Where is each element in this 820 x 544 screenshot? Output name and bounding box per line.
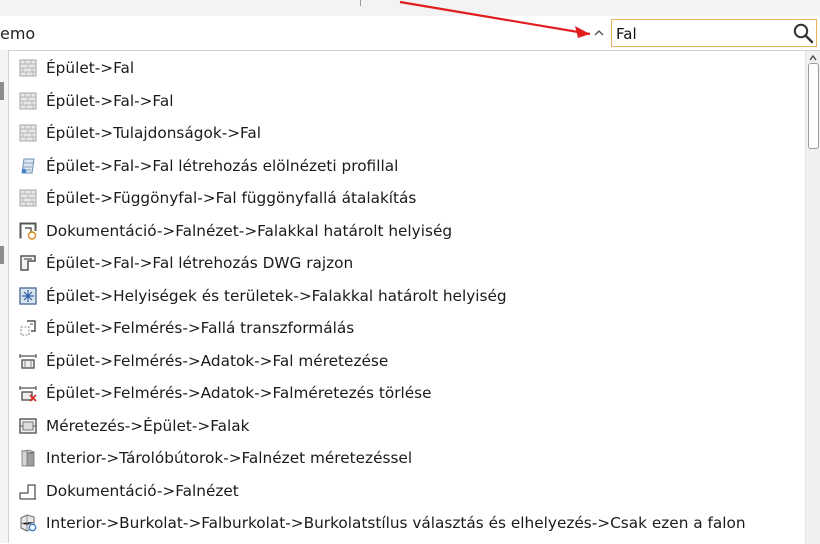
result-label: Méretezés->Épület->Falak	[46, 416, 250, 435]
cabinet-icon	[19, 449, 37, 467]
wall-icon	[19, 92, 37, 110]
result-item[interactable]: Épület->Helyiségek és területek->Falakka…	[9, 280, 805, 313]
search-results-dropdown: Épület->Fal Épület->Fal->Fal Épület->Tul…	[8, 50, 820, 544]
result-item[interactable]: Épület->Felmérés->Fallá transzformálás	[9, 312, 805, 345]
search-box[interactable]	[611, 19, 817, 47]
scroll-thumb[interactable]	[808, 63, 819, 149]
result-item[interactable]: Interior->Tárolóbútorok->Falnézet mérete…	[9, 442, 805, 475]
results-list: Épület->Fal Épület->Fal->Fal Épület->Tul…	[9, 52, 805, 540]
result-item[interactable]: Dokumentáció->Falnézet	[9, 475, 805, 508]
wall-icon	[19, 59, 37, 77]
result-item[interactable]: Épület->Tulajdonságok->Fal	[9, 117, 805, 150]
chevron-up-icon[interactable]	[592, 26, 606, 40]
left-panel-marker	[0, 82, 4, 100]
cladding-icon	[19, 514, 37, 532]
result-label: Épület->Fal->Fal létrehozás elölnézeti p…	[46, 156, 399, 175]
wall-profile-icon	[19, 157, 37, 175]
result-label: Épület->Fal->Fal	[46, 91, 174, 110]
wall-icon	[19, 189, 37, 207]
survey-dimension-delete-icon	[19, 384, 37, 402]
room-bounded-icon	[19, 222, 37, 240]
result-label: Épület->Felmérés->Adatok->Falméretezés t…	[46, 384, 432, 403]
dwg-wall-icon	[19, 254, 37, 272]
result-label: Épület->Felmérés->Adatok->Fal méretezése	[46, 351, 389, 370]
search-toolbar: emo	[0, 16, 820, 50]
result-label: Interior->Burkolat->Falburkolat->Burkola…	[46, 514, 746, 533]
window-top-strip	[0, 0, 820, 17]
result-item[interactable]: Interior->Burkolat->Falburkolat->Burkola…	[9, 507, 805, 540]
result-item[interactable]: Méretezés->Épület->Falak	[9, 410, 805, 443]
toolbar-edge	[360, 0, 361, 6]
partial-label: emo	[0, 24, 36, 43]
result-item[interactable]: Épület->Fal->Fal létrehozás DWG rajzon	[9, 247, 805, 280]
result-label: Épület->Függönyfal->Fal függönyfallá áta…	[46, 189, 417, 208]
result-item[interactable]: Épület->Fal	[9, 52, 805, 85]
result-item[interactable]: Dokumentáció->Falnézet->Falakkal határol…	[9, 215, 805, 248]
scrollbar[interactable]	[805, 51, 820, 544]
result-item[interactable]: Épület->Függönyfal->Fal függönyfallá áta…	[9, 182, 805, 215]
result-item[interactable]: Épület->Fal->Fal	[9, 85, 805, 118]
wall-view-icon	[19, 482, 37, 500]
result-label: Dokumentáció->Falnézet->Falakkal határol…	[46, 221, 453, 240]
result-item[interactable]: Épület->Felmérés->Adatok->Falméretezés t…	[9, 377, 805, 410]
result-label: Épület->Fal->Fal létrehozás DWG rajzon	[46, 254, 354, 273]
wall-icon	[19, 124, 37, 142]
dimension-walls-icon	[19, 417, 37, 435]
search-input[interactable]	[616, 23, 786, 45]
result-label: Épület->Felmérés->Fallá transzformálás	[46, 319, 355, 338]
result-label: Interior->Tárolóbútorok->Falnézet mérete…	[46, 449, 413, 468]
scroll-up-icon[interactable]	[808, 53, 818, 63]
result-label: Épület->Tulajdonságok->Fal	[46, 124, 262, 143]
search-icon[interactable]	[792, 22, 814, 44]
survey-dimension-icon	[19, 352, 37, 370]
result-label: Dokumentáció->Falnézet	[46, 481, 239, 500]
result-label: Épület->Helyiségek és területek->Falakka…	[46, 286, 507, 305]
left-panel-edge	[0, 50, 8, 543]
left-panel-marker	[0, 246, 4, 264]
room-area-icon	[19, 287, 37, 305]
result-item[interactable]: Épület->Felmérés->Adatok->Fal méretezése	[9, 345, 805, 378]
result-item[interactable]: Épület->Fal->Fal létrehozás elölnézeti p…	[9, 150, 805, 183]
result-label: Épület->Fal	[46, 59, 135, 78]
survey-transform-icon	[19, 319, 37, 337]
